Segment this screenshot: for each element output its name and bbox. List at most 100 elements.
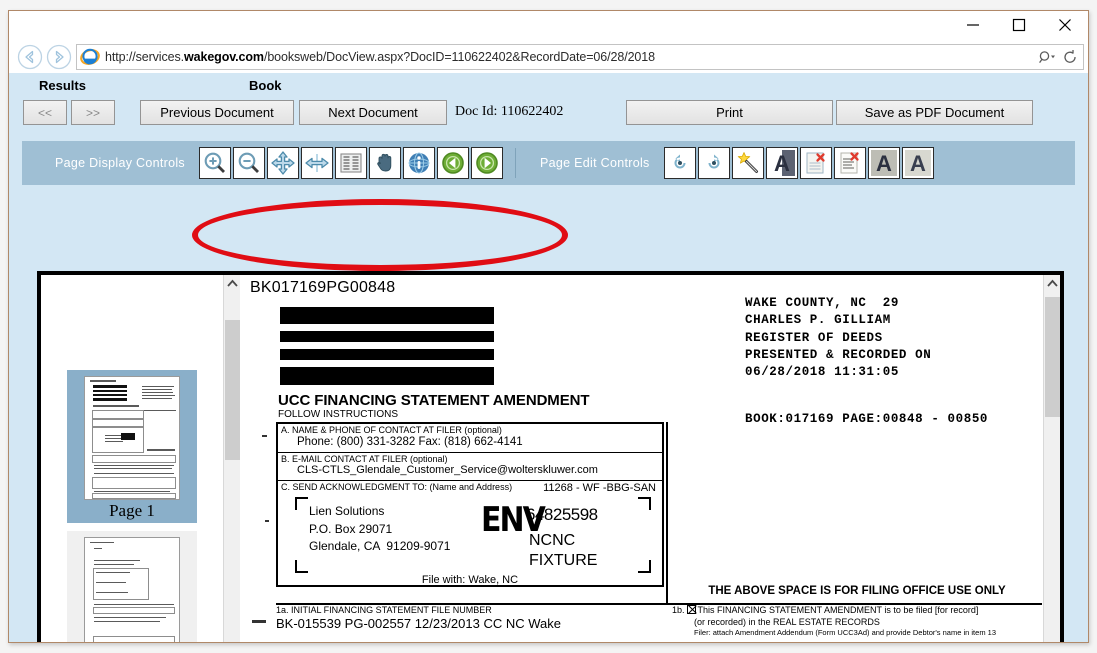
page-display-controls-group — [198, 147, 505, 179]
acknowledgment-reference-number: 64825598 — [526, 505, 598, 525]
zoom-in-icon[interactable] — [198, 147, 231, 179]
form-row-1a-label: 1a. INITIAL FINANCING STATEMENT FILE NUM… — [276, 605, 492, 615]
thumbnail-page-1-label: Page 1 — [109, 501, 155, 520]
form-vertical-rule — [666, 422, 668, 604]
form-row-1b-line1: This FINANCING STATEMENT AMENDMENT is to… — [697, 605, 979, 615]
zoom-out-icon[interactable] — [232, 147, 265, 179]
bold-a-light-icon[interactable]: A — [901, 147, 934, 179]
bold-a-dark-icon[interactable]: A — [867, 147, 900, 179]
minimize-button[interactable] — [950, 11, 996, 39]
print-button[interactable]: Print — [626, 100, 833, 125]
redaction-bar — [280, 349, 494, 360]
delete-page-icon[interactable] — [799, 147, 832, 179]
doc-id-label: Doc Id: 110622402 — [455, 104, 564, 119]
thumbnail-page-2-image — [84, 536, 180, 642]
results-header: Results — [39, 78, 86, 93]
magic-wand-icon[interactable] — [731, 147, 764, 179]
rotate-right-icon[interactable] — [697, 147, 730, 179]
thumbnail-scrollbar[interactable] — [223, 275, 240, 642]
document-viewer: Page 1 BK017169PG00848 WAKE COUNTY, NC 2… — [37, 271, 1064, 642]
previous-document-button[interactable]: Previous Document — [140, 100, 294, 125]
recording-stamp: WAKE COUNTY, NC 29 CHARLES P. GILLIAM RE… — [745, 296, 932, 379]
form-row-1b: 1b. This FINANCING STATEMENT AMENDMENT is… — [672, 605, 1042, 638]
info-globe-icon[interactable] — [402, 147, 435, 179]
svg-text:A: A — [876, 151, 892, 176]
next-page-icon[interactable] — [470, 147, 503, 179]
next-document-button[interactable]: Next Document — [299, 100, 447, 125]
back-button[interactable] — [15, 43, 44, 72]
document-scroll-thumb[interactable] — [1045, 297, 1060, 417]
form-field-c-reference: 11268 - WF -BBG-SAN — [543, 481, 656, 494]
page-edit-controls-group: A A A — [663, 147, 936, 179]
thumbnail-page-1[interactable]: Page 1 — [67, 370, 197, 523]
fit-page-icon[interactable] — [266, 147, 299, 179]
form-title: UCC FINANCING STATEMENT AMENDMENT — [278, 392, 590, 409]
thumbnail-scroll-up-icon[interactable] — [224, 275, 241, 292]
form-field-a-value: Phone: (800) 331-3282 Fax: (818) 662-414… — [297, 436, 523, 449]
form-field-b-value: CLS-CTLS_Glendale_Customer_Service@wolte… — [297, 464, 598, 477]
form-field-b: B. E-MAIL CONTACT AT FILER (optional) CL… — [278, 453, 662, 481]
svg-text:A: A — [774, 151, 790, 176]
close-button[interactable] — [1042, 11, 1088, 39]
book-header: Book — [249, 78, 282, 93]
corner-mark — [295, 497, 308, 511]
delete-lines-icon[interactable] — [833, 147, 866, 179]
document-scrollbar[interactable] — [1043, 275, 1060, 642]
scan-artifact — [265, 520, 269, 522]
page-text-icon[interactable] — [334, 147, 367, 179]
redaction-bar — [280, 331, 494, 342]
page-display-controls-label: Page Display Controls — [55, 156, 185, 170]
pan-hand-icon[interactable] — [368, 147, 401, 179]
search-icon[interactable] — [1037, 45, 1059, 69]
thumbnail-page-1-image — [84, 376, 180, 500]
file-with-label: File with: Wake, NC — [421, 574, 519, 587]
corner-mark — [638, 497, 651, 511]
acknowledgment-address-area: Lien Solutions P.O. Box 29071 Glendale, … — [281, 493, 659, 587]
thumbnail-page-2[interactable]: Page 2 — [67, 530, 197, 642]
document-page-pane[interactable]: BK017169PG00848 WAKE COUNTY, NC 29 CHARL… — [240, 275, 1043, 642]
red-ellipse-annotation — [192, 199, 568, 271]
save-as-pdf-button[interactable]: Save as PDF Document — [836, 100, 1033, 125]
rotate-left-icon[interactable] — [663, 147, 696, 179]
previous-page-icon[interactable] — [436, 147, 469, 179]
thumbnail-scroll-thumb[interactable] — [225, 320, 240, 460]
form-contact-box: A. NAME & PHONE OF CONTACT AT FILER (opt… — [276, 422, 664, 588]
scan-artifact — [262, 435, 267, 437]
row-1b-checkbox[interactable] — [686, 605, 696, 614]
svg-text:A: A — [910, 151, 926, 176]
band-divider — [514, 148, 516, 178]
first-results-button[interactable]: << — [23, 100, 67, 125]
title-bar — [9, 11, 1088, 41]
page-controls-band: Page Display Controls Page Edit Controls… — [22, 141, 1075, 185]
form-field-c: C. SEND ACKNOWLEDGMENT TO: (Name and Add… — [278, 481, 662, 587]
document-scroll-up-icon[interactable] — [1044, 275, 1060, 292]
form-subtitle: FOLLOW INSTRUCTIONS — [278, 409, 399, 420]
book-page-number: BK017169PG00848 — [250, 279, 396, 296]
form-row-1b-number: 1b. — [672, 605, 685, 615]
page-content: Results Book << >> Previous Document Nex… — [9, 73, 1088, 642]
scanned-document: BK017169PG00848 WAKE COUNTY, NC 29 CHARL… — [240, 275, 1043, 642]
maximize-button[interactable] — [996, 11, 1042, 39]
url-bar[interactable]: http://services.wakegov.com/booksweb/Doc… — [76, 44, 1084, 70]
redaction-bar — [280, 307, 494, 324]
address-bar: http://services.wakegov.com/booksweb/Doc… — [9, 41, 1088, 73]
next-results-button[interactable]: >> — [71, 100, 115, 125]
acknowledgment-ncnc-fixture: NCNC FIXTURE — [529, 532, 598, 570]
form-field-a-label: A. NAME & PHONE OF CONTACT AT FILER (opt… — [281, 425, 502, 435]
refresh-icon[interactable] — [1059, 45, 1081, 69]
form-row-1b-line3: Filer: attach Amendment Addendum (Form U… — [694, 628, 996, 638]
acknowledgment-address: Lien Solutions P.O. Box 29071 Glendale, … — [309, 504, 451, 553]
filing-office-notice: THE ABOVE SPACE IS FOR FILING OFFICE USE… — [708, 585, 1006, 597]
form-field-b-label: B. E-MAIL CONTACT AT FILER (optional) — [281, 453, 448, 464]
form-row-1b-line2: (or recorded) in the REAL ESTATE RECORDS — [694, 616, 880, 627]
contrast-a-icon[interactable]: A — [765, 147, 798, 179]
corner-mark — [638, 560, 651, 574]
fit-width-icon[interactable] — [300, 147, 333, 179]
forward-button[interactable] — [44, 43, 73, 72]
form-row-1a: 1a. INITIAL FINANCING STATEMENT FILE NUM… — [276, 605, 666, 631]
document-toolbar: Results Book << >> Previous Document Nex… — [9, 73, 1088, 141]
recording-book-page-line: BOOK:017169 PAGE:00848 - 00850 — [745, 412, 989, 426]
corner-mark — [295, 560, 308, 574]
thumbnail-panel: Page 1 — [41, 275, 223, 642]
browser-window: http://services.wakegov.com/booksweb/Doc… — [8, 10, 1089, 643]
